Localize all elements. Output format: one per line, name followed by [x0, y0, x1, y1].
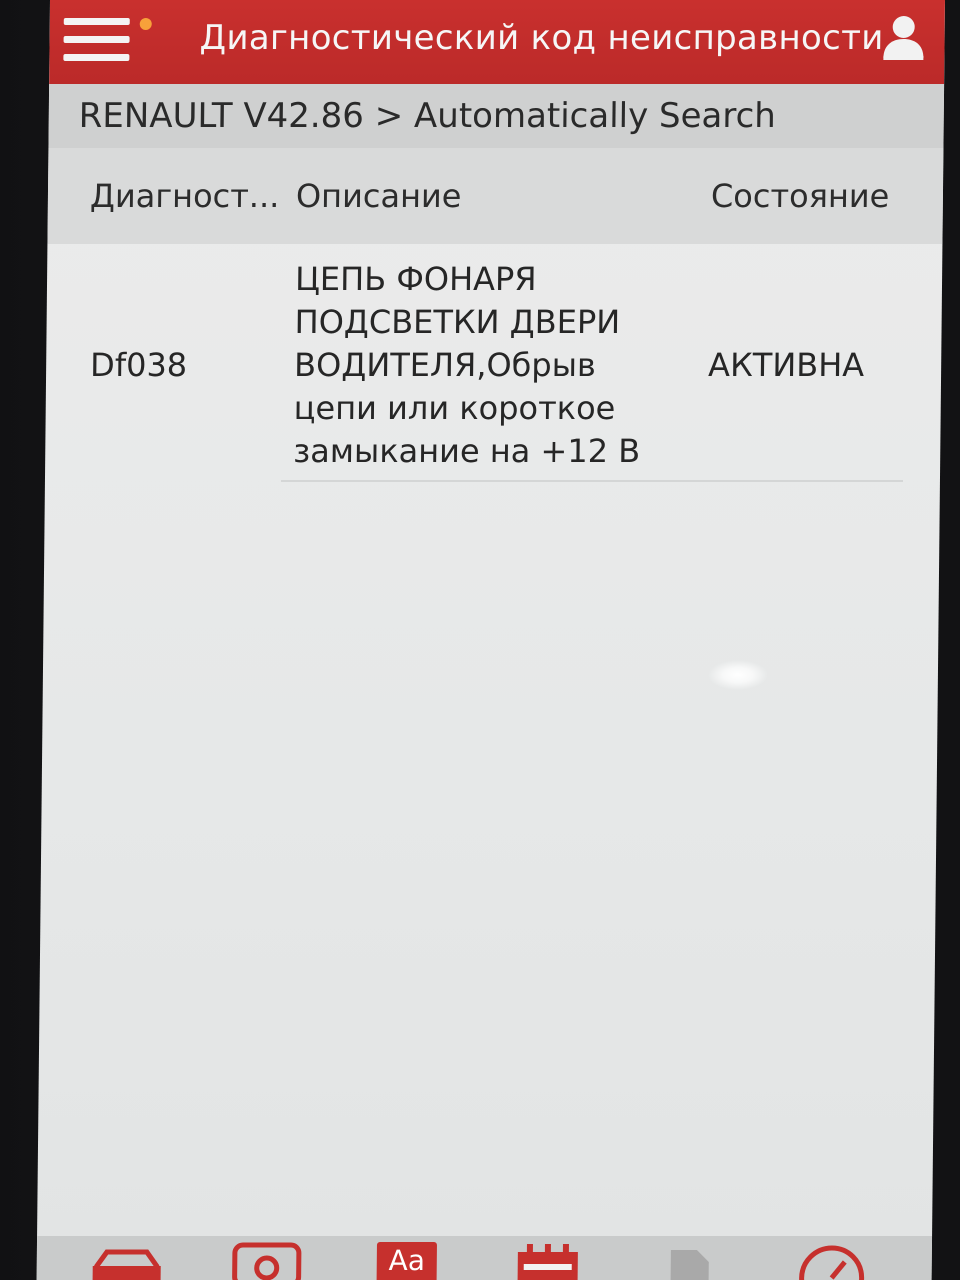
breadcrumb: RENAULT V42.86 > Automatically Search: [48, 84, 945, 148]
breadcrumb-text: RENAULT V42.86 > Automatically Search: [78, 96, 777, 136]
table-header: Диагност... Описание Состояние: [47, 148, 944, 244]
gauge-icon[interactable]: [797, 1242, 867, 1280]
app-header: Диагностический код неисправности: [49, 0, 945, 84]
document-icon[interactable]: [665, 1242, 715, 1280]
table-body: Df038 ЦЕПЬ ФОНАРЯ ПОДСВЕТКИ ДВЕРИ ВОДИТЕ…: [37, 244, 942, 1234]
row-divider: [280, 480, 903, 482]
column-header-state[interactable]: Состояние: [711, 176, 890, 216]
calendar-icon[interactable]: [515, 1242, 581, 1280]
fault-state: АКТИВНА: [707, 346, 865, 384]
fault-description: ЦЕПЬ ФОНАРЯ ПОДСВЕТКИ ДВЕРИ ВОДИТЕЛЯ,Обр…: [293, 260, 641, 470]
search-icon[interactable]: [232, 1242, 302, 1280]
fault-code: Df038: [89, 346, 188, 384]
table-row[interactable]: Df038 ЦЕПЬ ФОНАРЯ ПОДСВЕТКИ ДВЕРИ ВОДИТЕ…: [45, 244, 943, 484]
notification-dot: [139, 18, 152, 30]
font-size-icon[interactable]: Aa: [376, 1242, 437, 1280]
bottom-toolbar: Aa: [36, 1236, 933, 1280]
car-icon[interactable]: [87, 1242, 167, 1280]
hamburger-menu-icon[interactable]: [63, 16, 130, 64]
user-icon[interactable]: [879, 12, 928, 62]
page-title: Диагностический код неисправности: [199, 18, 884, 58]
screen: Диагностический код неисправности RENAUL…: [36, 0, 945, 1280]
column-header-description[interactable]: Описание: [296, 176, 462, 216]
device-frame: Диагностический код неисправности RENAUL…: [0, 0, 960, 1280]
column-header-code[interactable]: Диагност...: [90, 176, 280, 216]
